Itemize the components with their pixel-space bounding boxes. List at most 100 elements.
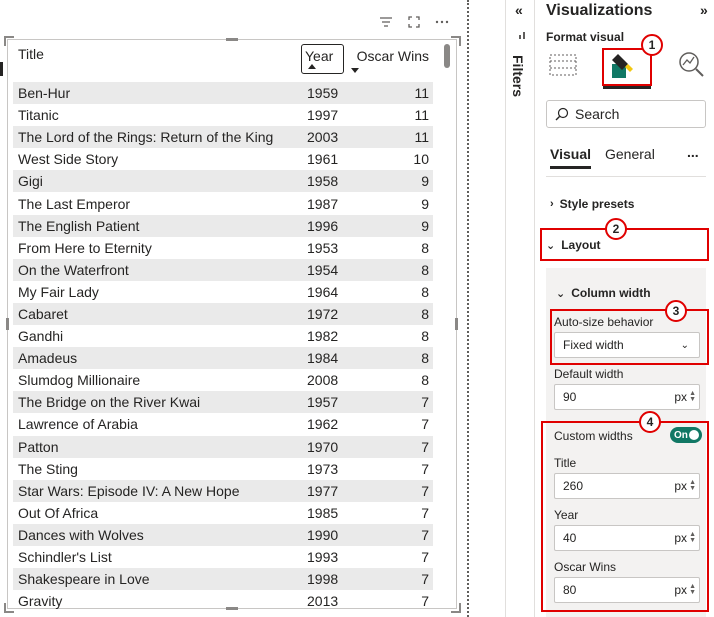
table-cell-wins: 7 bbox=[421, 438, 429, 455]
table-row[interactable]: The English Patient 1996 9 bbox=[13, 214, 433, 237]
table-row[interactable]: On the Waterfront 1954 8 bbox=[13, 258, 433, 281]
table-row[interactable]: Cabaret 1972 8 bbox=[13, 302, 433, 326]
resize-handle[interactable] bbox=[455, 318, 458, 330]
resize-handle[interactable] bbox=[451, 36, 461, 46]
filter-icon[interactable] bbox=[378, 14, 394, 30]
table-row[interactable]: Gigi 1958 9 bbox=[13, 170, 433, 193]
table-cell-year: 1987 bbox=[307, 195, 339, 212]
table-row[interactable]: Ben-Hur 1959 11 bbox=[13, 82, 433, 105]
section-column-width[interactable]: ⌄ Column width bbox=[556, 286, 651, 300]
filters-label[interactable]: Filters bbox=[510, 55, 526, 97]
table-cell-wins: 11 bbox=[414, 129, 429, 146]
data-table: Title Year Oscar Wins Ben-Hur 1959 11 Titan… bbox=[13, 44, 433, 612]
table-cell-title: Dances with Wolves bbox=[18, 526, 144, 543]
table-row[interactable]: Star Wars: Episode IV: A New Hope 1977 7 bbox=[13, 479, 433, 502]
table-cell-year: 1984 bbox=[307, 350, 339, 367]
table-row[interactable]: Gravity 2013 7 bbox=[13, 590, 433, 612]
focus-mode-icon[interactable] bbox=[406, 14, 422, 30]
table-row[interactable]: West Side Story 1961 10 bbox=[13, 148, 433, 170]
table-cell-title: Slumdog Millionaire bbox=[18, 372, 141, 389]
table-cell-title: Shakespeare in Love bbox=[18, 571, 150, 588]
table-cell-year: 1998 bbox=[307, 571, 339, 588]
table-cell-year: 1982 bbox=[307, 328, 339, 345]
resize-handle[interactable] bbox=[451, 603, 461, 613]
table-cell-year: 1990 bbox=[307, 526, 339, 543]
table-cell-year: 1953 bbox=[307, 239, 339, 256]
table-cell-wins: 8 bbox=[421, 305, 429, 322]
table-row[interactable]: Out Of Africa 1985 7 bbox=[13, 502, 433, 524]
table-cell-year: 1959 bbox=[307, 85, 339, 102]
table-cell-title: Amadeus bbox=[18, 350, 78, 367]
style-presets-label: Style presets bbox=[559, 197, 635, 211]
section-style-presets[interactable]: › Style presets bbox=[550, 197, 634, 211]
more-options-icon[interactable] bbox=[434, 14, 450, 30]
table-cell-wins: 8 bbox=[421, 328, 429, 345]
table-cell-year: 1972 bbox=[307, 305, 339, 322]
year-header-box[interactable]: Year bbox=[301, 44, 344, 74]
table-row[interactable]: From Here to Eternity 1953 8 bbox=[13, 237, 433, 259]
table-row[interactable]: The Lord of the Rings: Return of the Kin… bbox=[13, 126, 433, 149]
table-cell-year: 1970 bbox=[307, 438, 339, 455]
table-cell-year: 1961 bbox=[307, 151, 339, 168]
table-cell-wins: 7 bbox=[421, 549, 429, 566]
vertical-scrollbar[interactable] bbox=[444, 44, 450, 68]
search-input[interactable]: Search bbox=[546, 100, 706, 128]
default-width-input[interactable]: 90 px ▲ ▼ bbox=[554, 384, 700, 410]
table-cell-title: West Side Story bbox=[18, 151, 119, 168]
table-cell-wins: 7 bbox=[421, 482, 429, 499]
analytics-icon[interactable] bbox=[677, 50, 705, 83]
table-cell-title: The Bridge on the River Kwai bbox=[18, 394, 201, 411]
build-visual-icon[interactable] bbox=[549, 52, 577, 83]
resize-handle[interactable] bbox=[226, 38, 238, 41]
double-chevron-left-icon[interactable]: « bbox=[515, 2, 523, 18]
tab-general[interactable]: General bbox=[605, 146, 655, 169]
filters-pane-collapsed[interactable]: « Filters bbox=[505, 0, 535, 617]
table-cell-wins: 9 bbox=[421, 195, 429, 212]
table-row[interactable]: Shakespeare in Love 1998 7 bbox=[13, 568, 433, 591]
format-tab-underline bbox=[603, 86, 651, 89]
table-cell-title: The Sting bbox=[18, 460, 78, 477]
edge-marker bbox=[0, 62, 3, 76]
table-row[interactable]: Lawrence of Arabia 1962 7 bbox=[13, 413, 433, 435]
sort-ascending-icon bbox=[308, 64, 316, 69]
table-cell-title: Star Wars: Episode IV: A New Hope bbox=[18, 482, 240, 499]
table-row[interactable]: Slumdog Millionaire 2008 8 bbox=[13, 369, 433, 391]
table-row[interactable]: Amadeus 1984 8 bbox=[13, 347, 433, 370]
default-width-value: 90 bbox=[563, 390, 577, 404]
table-row[interactable]: Dances with Wolves 1990 7 bbox=[13, 523, 433, 546]
table-cell-year: 1973 bbox=[307, 460, 339, 477]
table-row[interactable]: Schindler's List 1993 7 bbox=[13, 546, 433, 568]
table-row[interactable]: Gandhi 1982 8 bbox=[13, 325, 433, 347]
table-row[interactable]: Patton 1970 7 bbox=[13, 435, 433, 458]
unit-label: px bbox=[674, 390, 687, 404]
highlight-box-4 bbox=[541, 421, 709, 612]
filter-bars-icon bbox=[518, 30, 528, 43]
table-row[interactable]: The Last Emperor 1987 9 bbox=[13, 192, 433, 214]
table-cell-year: 1996 bbox=[307, 217, 339, 234]
column-width-label: Column width bbox=[571, 286, 651, 300]
table-cell-title: Patton bbox=[18, 438, 59, 455]
table-cell-title: Gravity bbox=[18, 593, 63, 610]
table-cell-title: Ben-Hur bbox=[18, 85, 71, 102]
table-cell-wins: 7 bbox=[421, 504, 429, 521]
table-cell-wins: 11 bbox=[414, 85, 429, 102]
table-cell-title: Titanic bbox=[18, 107, 59, 124]
tab-visual[interactable]: Visual bbox=[550, 146, 591, 169]
more-options-icon[interactable]: ... bbox=[687, 144, 699, 160]
highlight-box-3 bbox=[550, 309, 709, 365]
resize-handle[interactable] bbox=[6, 318, 9, 330]
table-cell-year: 1985 bbox=[307, 504, 339, 521]
table-cell-title: Out Of Africa bbox=[18, 504, 99, 521]
table-row[interactable]: The Sting 1973 7 bbox=[13, 458, 433, 480]
table-cell-wins: 7 bbox=[421, 593, 429, 610]
spinner-icon[interactable]: ▲ ▼ bbox=[689, 390, 696, 403]
table-row[interactable]: My Fair Lady 1964 8 bbox=[13, 281, 433, 303]
column-header-title[interactable]: Title bbox=[13, 46, 301, 62]
table-row[interactable]: The Bridge on the River Kwai 1957 7 bbox=[13, 391, 433, 414]
table-row[interactable]: Titanic 1997 11 bbox=[13, 104, 433, 126]
table-cell-wins: 11 bbox=[414, 107, 429, 124]
double-chevron-right-icon[interactable]: » bbox=[700, 2, 708, 18]
table-cell-wins: 8 bbox=[421, 372, 429, 389]
table-cell-wins: 8 bbox=[421, 350, 429, 367]
table-cell-year: 1962 bbox=[307, 416, 339, 433]
